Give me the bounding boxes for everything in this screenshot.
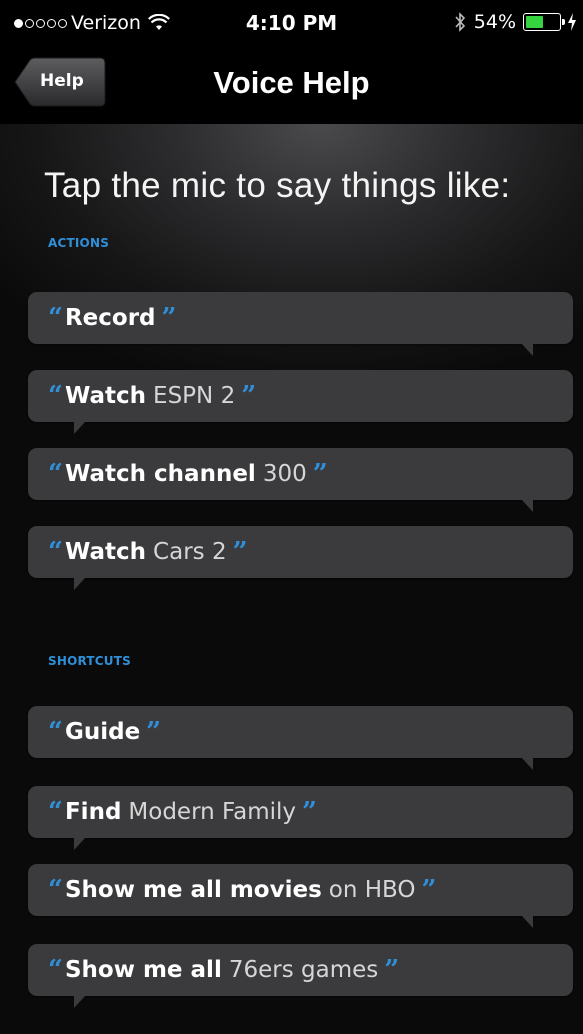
voice-command-find-modern-family[interactable]: “ Find Modern Family ” [28,786,573,850]
status-bar: Verizon 4:10 PM 54% [0,0,583,46]
close-quote-icon: ” [312,459,328,489]
voice-command-record[interactable]: “ Record ” [28,292,573,356]
close-quote-icon: ” [302,797,317,827]
page-title: Voice Help [213,65,370,100]
battery-percentage: 54% [473,11,516,33]
voice-command-watch-espn2[interactable]: “ Watch ESPN 2 ” [28,370,573,434]
battery-icon [523,13,565,31]
voice-command-76ers-games[interactable]: “ Show me all 76ers games ” [28,944,573,1008]
close-quote-icon: ” [146,717,162,747]
open-quote-icon: “ [48,459,63,489]
charging-icon [568,13,576,31]
command-argument: ESPN 2 [153,383,236,409]
command-argument: on HBO [328,877,416,903]
close-quote-icon: ” [421,875,437,905]
command-keyword: Guide [64,719,141,745]
close-quote-icon: ” [161,303,177,333]
instruction-headline: Tap the mic to say things like: [44,166,511,205]
open-quote-icon: “ [48,955,63,985]
open-quote-icon: “ [48,875,63,905]
navigation-bar: Help Voice Help [0,46,583,124]
section-label-actions: ACTIONS [48,236,110,250]
command-keyword: Watch channel [64,461,256,487]
command-keyword: Watch [64,539,147,565]
command-keyword: Record [64,305,156,331]
voice-command-watch-channel[interactable]: “ Watch channel 300 ” [28,448,573,512]
open-quote-icon: “ [48,381,63,411]
command-argument: Modern Family [128,799,297,825]
command-keyword: Watch [64,383,147,409]
command-argument: Cars 2 [153,539,227,565]
command-keyword: Show me all [64,957,222,983]
section-label-shortcuts: SHORTCUTS [48,654,131,668]
open-quote-icon: “ [48,717,63,747]
voice-help-content: Tap the mic to say things like: ACTIONS … [0,124,583,1034]
open-quote-icon: “ [48,797,63,827]
command-argument: 76ers games [228,957,379,983]
voice-command-movies-on-hbo[interactable]: “ Show me all movies on HBO ” [28,864,573,928]
voice-command-guide[interactable]: “ Guide ” [28,706,573,770]
open-quote-icon: “ [48,537,63,567]
close-quote-icon: ” [384,955,400,985]
command-argument: 300 [262,461,307,487]
command-keyword: Show me all movies [64,877,322,903]
battery-status: 54% [454,11,577,33]
close-quote-icon: ” [241,381,257,411]
voice-command-watch-cars2[interactable]: “ Watch Cars 2 ” [28,526,573,590]
command-keyword: Find [64,799,122,825]
bluetooth-icon [455,12,465,32]
close-quote-icon: ” [232,537,248,567]
open-quote-icon: “ [48,303,63,333]
